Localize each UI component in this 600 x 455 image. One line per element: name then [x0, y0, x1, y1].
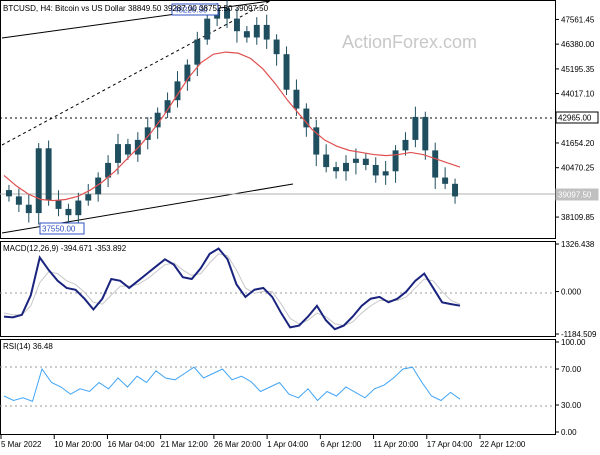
price-ytick-label: 40470.25 [561, 164, 595, 173]
candle-body [432, 150, 439, 178]
candle-body [442, 177, 449, 184]
chart-svg: 47561.45 46380.00 45195.35 44017.10 42965.00… [0, 0, 599, 449]
candle-body [124, 144, 131, 155]
candle-body [115, 144, 121, 163]
rsi-line [3, 366, 461, 403]
candle-body [85, 194, 92, 201]
candle-body [5, 190, 12, 197]
x-axis-ticks: 5 Mar 2022 10 Mar 20:00 16 Mar 04:00 21 Mar… [0, 435, 526, 449]
rsi-panel-border [0, 339, 556, 435]
price-title: BTCUSD, H4: Bitcoin vs US Dollar 38849.5… [3, 4, 269, 13]
xtick-label: 11 Apr 20:00 [374, 440, 419, 449]
candle-body [283, 54, 290, 90]
candle-body [293, 89, 300, 109]
xtick-label: 6 Apr 12:00 [320, 440, 361, 449]
xtick-label: 21 Mar 12:00 [161, 440, 209, 449]
candle-body [392, 150, 399, 172]
ma-line [3, 51, 461, 202]
macd-ytick-label: 1326.438 [561, 240, 595, 249]
candle-body [412, 116, 419, 140]
candle-body [333, 167, 340, 172]
xtick-label: 10 Mar 20:00 [54, 440, 102, 449]
candle-body [35, 148, 42, 214]
last-price-tag: 39097.50 [555, 188, 599, 201]
macd-y-ticks: 1326.4380.000-1184.509 [555, 240, 597, 339]
candle-body [343, 162, 349, 172]
candle-body [372, 165, 379, 176]
macd-panel-border [0, 241, 556, 337]
xtick-label: 5 Mar 2022 [1, 440, 42, 449]
candle-body [452, 183, 459, 197]
candle-body [194, 39, 201, 65]
xtick-label: 1 Apr 04:00 [267, 440, 308, 449]
level-price-tag-text: 42965.00 [558, 114, 592, 123]
candle-body [25, 204, 32, 214]
candle-body [65, 208, 72, 216]
rsi-ytick-label: 70.00 [561, 365, 582, 374]
dotted-channel-line [1, 0, 271, 146]
candle-body [402, 139, 409, 151]
candle-body [55, 200, 62, 209]
candle-body [75, 200, 82, 216]
candle-body [243, 31, 250, 38]
candle-body [204, 18, 211, 40]
macd-ytick-label: 0.000 [561, 288, 582, 297]
candle-body [382, 171, 389, 176]
candle-body [233, 18, 240, 32]
candle-body [253, 24, 260, 38]
candle-body [422, 116, 429, 151]
level-price-tag: 42965.00 [555, 111, 599, 124]
candle-body [323, 154, 330, 168]
candle-body [362, 158, 369, 165]
xtick-label: 16 Mar 04:00 [107, 440, 155, 449]
rsi-ytick-label: 100.00 [561, 338, 586, 347]
low-callout-text: 37550.00 [42, 225, 76, 234]
watermark-text: ActionForex.com [342, 32, 477, 52]
price-ytick-label: 41654.20 [561, 139, 595, 148]
rsi-ytick-label: 30.00 [561, 401, 582, 410]
candle-body [15, 196, 22, 205]
xtick-label: 22 Apr 12:00 [480, 440, 526, 449]
price-ytick-label: 46380.00 [561, 40, 595, 49]
rsi-title: RSI(14) 36.48 [3, 342, 53, 351]
low-callout: 37550.00 [39, 222, 85, 235]
candle-body [273, 39, 280, 55]
macd-title: MACD(12,26,9) -394.671 -353.892 [3, 244, 127, 253]
xtick-label: 17 Apr 04:00 [427, 440, 473, 449]
candle-body [352, 158, 359, 163]
price-ytick-label: 38109.85 [561, 213, 595, 222]
xtick-label: 26 Mar 20:00 [214, 440, 262, 449]
rsi-y-ticks: 100.00 70.00 30.00 0.00 [555, 338, 586, 437]
macd-main-line [3, 247, 461, 331]
rsi-ytick-label: 0.00 [561, 428, 577, 437]
last-price-tag-text: 39097.50 [558, 191, 592, 200]
price-ytick-label: 44017.10 [561, 90, 595, 99]
price-ytick-label: 47561.45 [561, 15, 595, 24]
price-ytick-label: 45195.35 [561, 65, 595, 74]
chart-root: 47561.45 46380.00 45195.35 44017.10 42965.00… [0, 0, 600, 450]
candle-body [263, 24, 270, 40]
candle-body [45, 148, 52, 201]
